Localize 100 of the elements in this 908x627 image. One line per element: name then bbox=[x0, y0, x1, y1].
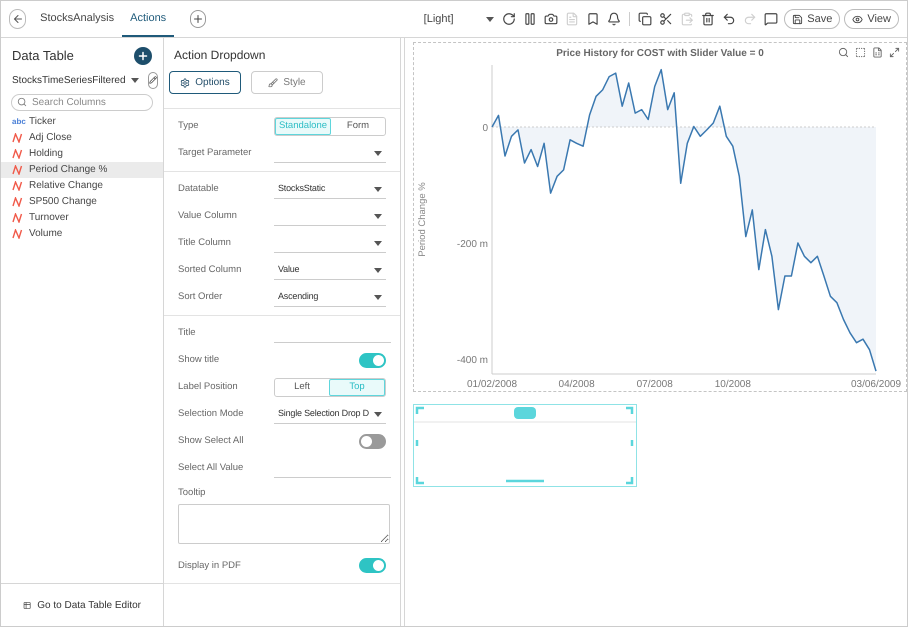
axis-tick-label: 03/06/2009 bbox=[850, 379, 902, 390]
field-label: Label Position bbox=[178, 380, 239, 394]
axis-tick-label: 07/2008 bbox=[636, 379, 673, 390]
axis-tick-label: 01/02/2008 bbox=[466, 379, 518, 390]
axis-title: Period Change % bbox=[417, 182, 428, 257]
data-source-select[interactable]: StocksTimeSeriesFiltered bbox=[12, 72, 126, 88]
panel-title: Action Dropdown bbox=[173, 47, 266, 64]
caret-icon bbox=[374, 214, 382, 218]
axis-tick-label: 0 bbox=[482, 123, 488, 134]
camera-icon[interactable] bbox=[544, 12, 558, 26]
search-icon bbox=[17, 97, 27, 107]
field-label: Datatable bbox=[178, 182, 220, 196]
add-button[interactable] bbox=[134, 46, 152, 65]
numeric-type-icon bbox=[12, 212, 23, 222]
bookmark-icon[interactable] bbox=[586, 12, 600, 26]
select-field[interactable]: Ascending bbox=[274, 288, 386, 306]
numeric-type-icon bbox=[12, 196, 23, 206]
field-label: Target Parameter bbox=[178, 146, 252, 160]
plus-icon bbox=[192, 13, 204, 25]
column-item[interactable]: abc Ticker bbox=[1, 114, 163, 130]
toggle-switch[interactable] bbox=[359, 434, 386, 449]
field-label: Sorted Column bbox=[178, 263, 242, 278]
numeric-type-icon bbox=[12, 180, 23, 190]
pencil-icon bbox=[148, 76, 157, 84]
axis-tick-label: -400 m bbox=[456, 354, 488, 366]
plus-icon bbox=[137, 50, 149, 62]
copy-icon[interactable] bbox=[638, 12, 652, 26]
selection-icon[interactable] bbox=[855, 47, 866, 58]
caret-icon bbox=[130, 78, 139, 82]
field-label: Show title bbox=[178, 353, 220, 368]
chart-title: Price History for COST with Slider Value = 0 bbox=[556, 47, 764, 61]
field-label: Value Column bbox=[178, 209, 238, 224]
eye-icon bbox=[852, 14, 864, 24]
toggle-switch[interactable] bbox=[359, 353, 386, 368]
caret-icon bbox=[374, 186, 382, 192]
field-label: Title Column bbox=[178, 236, 232, 250]
theme-select[interactable]: [Light] bbox=[424, 10, 454, 28]
numeric-type-icon bbox=[12, 132, 23, 142]
axis-tick-label: 10/2008 bbox=[714, 379, 751, 390]
numeric-type-icon bbox=[12, 164, 23, 174]
scissors-icon[interactable] bbox=[659, 12, 674, 26]
field-label: Select All Value bbox=[178, 461, 244, 476]
numeric-type-icon bbox=[12, 148, 23, 158]
select-field[interactable]: StocksStatic bbox=[274, 180, 386, 198]
field-label: Sort Order bbox=[178, 290, 224, 304]
column-item[interactable]: Adj Close bbox=[1, 130, 163, 146]
segment-option[interactable]: Left bbox=[275, 379, 329, 396]
toggle-switch[interactable] bbox=[359, 558, 386, 574]
axis-tick-label: -200 m bbox=[456, 238, 488, 250]
gear-icon bbox=[180, 78, 190, 88]
field-label: Show Select All bbox=[178, 434, 244, 448]
column-item[interactable]: SP500 Change bbox=[1, 194, 163, 210]
search-input[interactable]: Search Columns bbox=[32, 94, 142, 110]
pause-icon[interactable] bbox=[523, 12, 538, 26]
field-label: Type bbox=[178, 119, 200, 134]
bell-icon[interactable] bbox=[607, 12, 622, 26]
select-field[interactable]: Single Selection Drop D bbox=[274, 406, 386, 424]
save-button[interactable]: Save bbox=[784, 9, 840, 29]
panel-title: Data Table bbox=[12, 47, 74, 65]
field-label: Tooltip bbox=[178, 486, 206, 500]
view-button[interactable]: View bbox=[844, 9, 899, 29]
edit-button[interactable] bbox=[148, 72, 158, 88]
select-field[interactable]: Value bbox=[274, 262, 386, 280]
comment-icon[interactable] bbox=[764, 12, 778, 26]
column-item[interactable]: Volume bbox=[1, 226, 163, 242]
column-item[interactable]: Turnover bbox=[1, 210, 163, 226]
segment-option[interactable]: Form bbox=[331, 118, 385, 135]
caret-icon bbox=[374, 240, 382, 246]
spreadsheet-icon[interactable] bbox=[872, 47, 883, 58]
settings-tab[interactable]: Options bbox=[169, 71, 241, 94]
search-icon[interactable] bbox=[838, 47, 849, 58]
field-label: Title bbox=[178, 326, 197, 340]
caret-icon bbox=[486, 16, 494, 22]
undo-icon[interactable] bbox=[722, 12, 736, 26]
expand-icon[interactable] bbox=[889, 47, 900, 58]
column-item[interactable]: Holding bbox=[1, 146, 163, 162]
back-arrow-icon bbox=[12, 13, 24, 25]
caret-icon bbox=[374, 268, 382, 272]
caret-icon bbox=[374, 412, 382, 416]
numeric-type-icon bbox=[12, 228, 23, 238]
caret-icon bbox=[374, 150, 382, 156]
tooltip-field[interactable] bbox=[178, 504, 390, 544]
brush-icon bbox=[268, 78, 278, 88]
search-field[interactable]: Search Columns bbox=[11, 94, 153, 110]
settings-tab[interactable]: Style bbox=[251, 71, 323, 94]
add-tab-button[interactable] bbox=[190, 10, 206, 28]
field-label: Selection Mode bbox=[178, 407, 244, 422]
trash-icon[interactable] bbox=[701, 12, 716, 26]
text-type-icon: abc bbox=[12, 116, 23, 128]
tab[interactable]: StocksAnalysis bbox=[32, 1, 122, 37]
table-edit-icon bbox=[23, 600, 32, 610]
column-item[interactable]: Relative Change bbox=[1, 178, 163, 194]
column-item[interactable]: Period Change % bbox=[1, 162, 163, 178]
tab[interactable]: Actions bbox=[122, 1, 174, 37]
back-button[interactable] bbox=[9, 9, 26, 29]
axis-tick-label: 04/2008 bbox=[558, 379, 595, 390]
data-table-editor-link[interactable]: Go to Data Table Editor bbox=[37, 598, 141, 612]
field-label: Display in PDF bbox=[178, 558, 242, 573]
refresh-icon[interactable] bbox=[502, 12, 516, 26]
caret-icon bbox=[374, 294, 382, 300]
